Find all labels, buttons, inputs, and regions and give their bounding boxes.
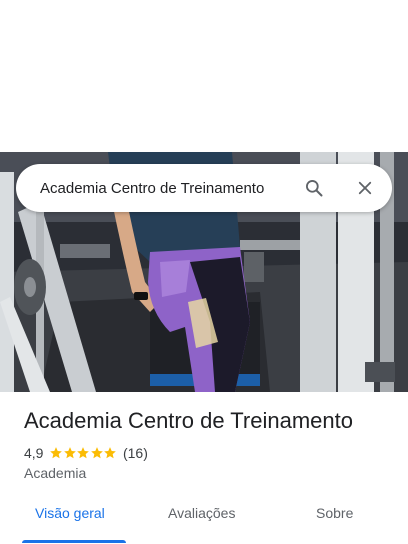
rating-value: 4,9 <box>24 445 44 461</box>
star-icon <box>91 447 103 459</box>
star-icon <box>50 447 63 459</box>
star-icon <box>104 447 117 459</box>
place-tabs: Visão geral Avaliações Sobre <box>0 492 408 544</box>
star-rating <box>49 446 117 460</box>
review-count: (16) <box>122 445 148 461</box>
tab-reviews[interactable]: Avaliações <box>168 505 235 521</box>
close-icon[interactable] <box>353 176 377 200</box>
search-bar[interactable]: Academia Centro de Treinamento <box>16 164 392 212</box>
tab-about[interactable]: Sobre <box>316 505 353 521</box>
search-input[interactable]: Academia Centro de Treinamento <box>40 180 302 197</box>
active-tab-indicator <box>22 540 126 543</box>
rating-row[interactable]: 4,9 (16) <box>24 444 148 462</box>
star-icon <box>64 447 76 459</box>
tab-overview[interactable]: Visão geral <box>35 505 105 521</box>
star-icon <box>77 447 90 459</box>
search-icon[interactable] <box>302 176 326 200</box>
place-category: Academia <box>24 465 87 481</box>
place-title: Academia Centro de Treinamento <box>24 408 353 433</box>
